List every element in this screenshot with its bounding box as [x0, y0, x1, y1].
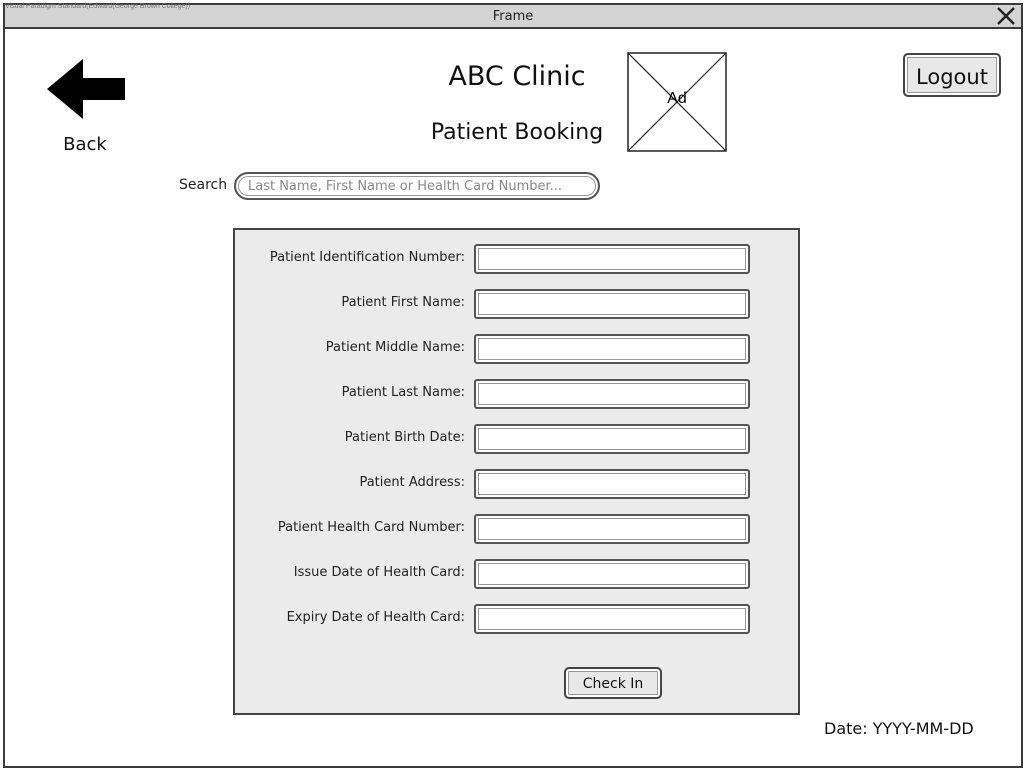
- field-row-issue-date: Issue Date of Health Card:: [235, 559, 798, 589]
- last-name-label: Patient Last Name:: [341, 385, 465, 400]
- patient-id-label: Patient Identification Number:: [269, 250, 465, 265]
- search-input[interactable]: [234, 172, 600, 200]
- close-x-icon: [997, 7, 1015, 25]
- field-row-middle-name: Patient Middle Name:: [235, 334, 798, 364]
- health-card-number-label: Patient Health Card Number:: [277, 520, 465, 535]
- close-button[interactable]: [995, 5, 1017, 27]
- arrow-left-icon: [47, 59, 125, 119]
- first-name-input[interactable]: [474, 289, 750, 319]
- expiry-date-input[interactable]: [474, 604, 750, 634]
- health-card-number-input[interactable]: [474, 514, 750, 544]
- address-label: Patient Address:: [359, 475, 465, 490]
- address-input[interactable]: [474, 469, 750, 499]
- search-label: Search: [179, 177, 228, 193]
- window-title: Frame: [492, 9, 534, 24]
- ad-label: Ad: [667, 90, 687, 107]
- patient-form-panel: Patient Identification Number: Patient F…: [233, 228, 800, 715]
- field-row-address: Patient Address:: [235, 469, 798, 499]
- app-window: Visual Paradigm Standard(Edward(George B…: [3, 3, 1023, 768]
- middle-name-label: Patient Middle Name:: [325, 340, 465, 355]
- page-title: Patient Booking: [430, 120, 604, 145]
- logout-button[interactable]: Logout: [903, 53, 1001, 97]
- clinic-name: ABC Clinic: [448, 61, 586, 92]
- field-row-first-name: Patient First Name:: [235, 289, 798, 319]
- middle-name-input[interactable]: [474, 334, 750, 364]
- first-name-label: Patient First Name:: [341, 295, 465, 310]
- title-bar: Visual Paradigm Standard(Edward(George B…: [5, 3, 1021, 29]
- issue-date-label: Issue Date of Health Card:: [293, 565, 465, 580]
- ad-placeholder: Ad: [627, 52, 727, 152]
- field-row-last-name: Patient Last Name:: [235, 379, 798, 409]
- field-row-patient-id: Patient Identification Number:: [235, 244, 798, 274]
- back-label: Back: [63, 134, 107, 155]
- expiry-date-label: Expiry Date of Health Card:: [286, 610, 465, 625]
- field-row-expiry-date: Expiry Date of Health Card:: [235, 604, 798, 634]
- date-display: Date: YYYY-MM-DD: [824, 719, 974, 738]
- back-button[interactable]: Back: [43, 59, 127, 159]
- birth-date-label: Patient Birth Date:: [344, 430, 465, 445]
- field-row-birth-date: Patient Birth Date:: [235, 424, 798, 454]
- patient-id-input[interactable]: [474, 244, 750, 274]
- field-row-health-card-number: Patient Health Card Number:: [235, 514, 798, 544]
- last-name-input[interactable]: [474, 379, 750, 409]
- issue-date-input[interactable]: [474, 559, 750, 589]
- birth-date-input[interactable]: [474, 424, 750, 454]
- check-in-button[interactable]: Check In: [564, 667, 662, 699]
